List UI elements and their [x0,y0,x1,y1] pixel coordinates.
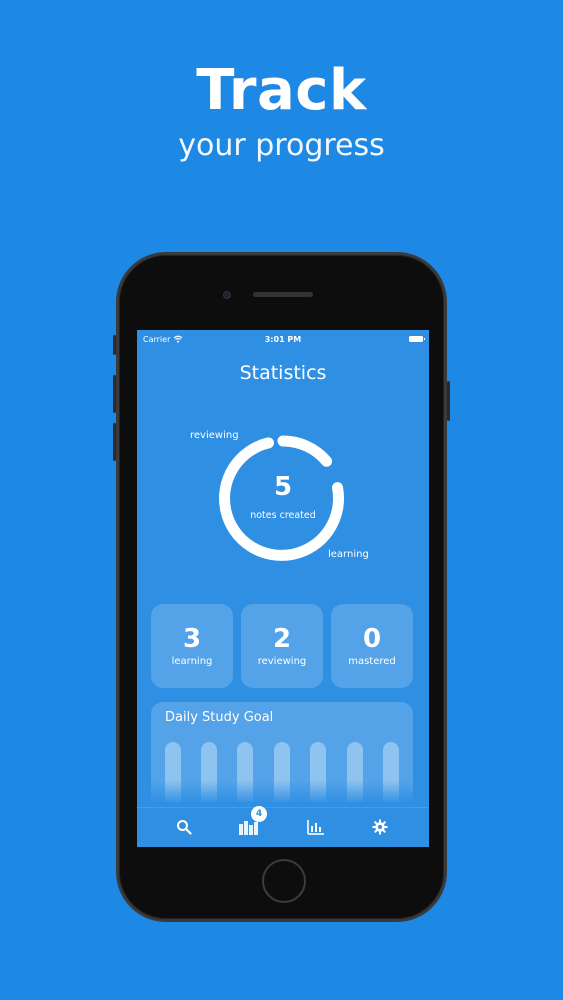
mute-switch [113,335,116,355]
app-screen: Carrier 3:01 PM Statistics reviewing 5 n… [137,330,429,847]
donut-segment-reviewing [277,435,333,467]
speaker [253,292,313,297]
goal-fade [151,780,413,802]
gear-icon [372,819,388,835]
search-icon [177,820,192,835]
stat-value: 2 [272,624,292,654]
power-button [447,381,450,421]
tab-bar: 4 [137,806,429,847]
tab-settings[interactable] [368,816,392,838]
stat-card-learning[interactable]: 3 learning [151,604,233,688]
stat-label: learning [171,656,213,667]
status-time: 3:01 PM [264,334,302,344]
volume-down-button [113,423,116,461]
subline: your progress [178,128,385,163]
tab-library[interactable]: 4 [237,806,267,838]
volume-up-button [113,375,116,413]
goal-title: Daily Study Goal [165,710,274,725]
bar-chart-icon [307,820,324,835]
notes-donut-chart: 5 notes created [215,430,351,566]
notes-count-label: notes created [250,510,316,521]
front-camera [223,291,231,299]
daily-study-goal-card[interactable]: Daily Study Goal [151,702,413,802]
carrier-label: Carrier [143,334,171,344]
home-button[interactable] [262,859,306,903]
stat-label: reviewing [257,656,307,667]
stat-label: mastered [348,656,396,667]
donut-tag-learning: learning [328,549,369,560]
stat-value: 0 [362,624,382,654]
notes-count: 5 [273,472,293,502]
page-title: Statistics [239,362,327,384]
tab-search[interactable] [172,816,196,838]
stat-card-mastered[interactable]: 0 mastered [331,604,413,688]
phone-frame: Carrier 3:01 PM Statistics reviewing 5 n… [113,252,450,922]
tab-statistics[interactable] [304,816,328,838]
headline: Track [196,58,367,123]
status-bar: Carrier 3:01 PM [137,330,429,348]
battery-icon [409,336,425,342]
stat-value: 3 [182,624,202,654]
library-badge: 4 [251,806,267,822]
stat-card-reviewing[interactable]: 2 reviewing [241,604,323,688]
wifi-icon [173,335,183,343]
